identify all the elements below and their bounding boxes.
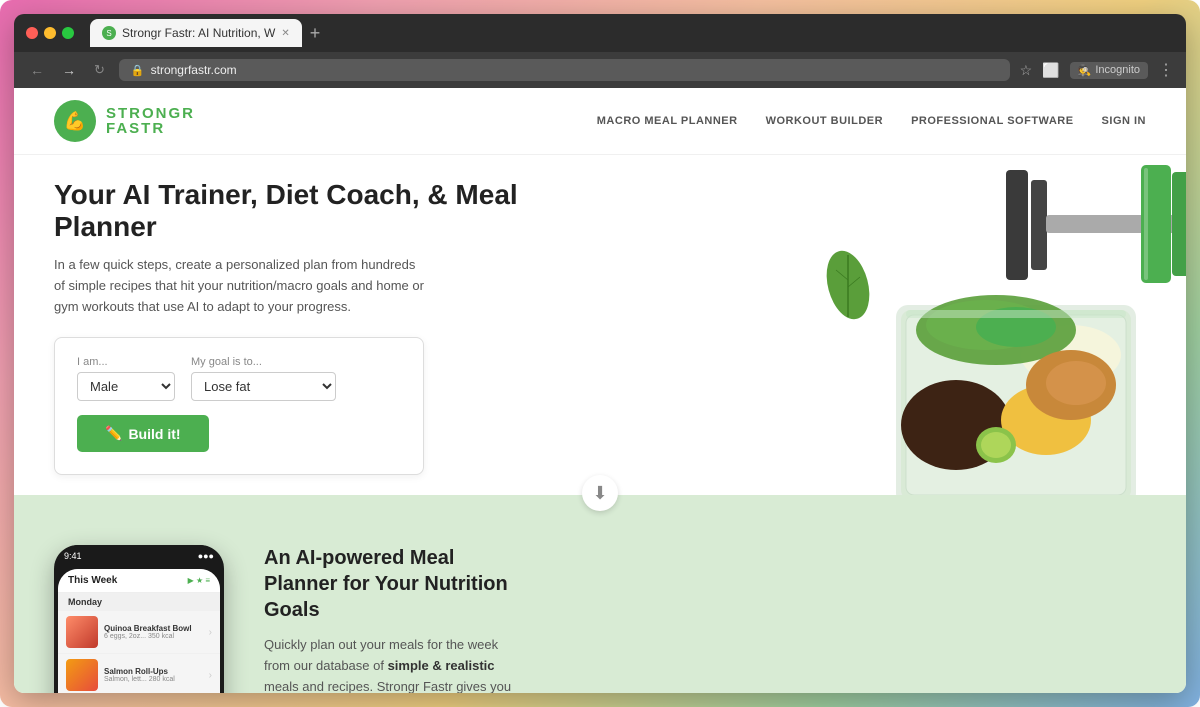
new-tab-button[interactable]: + (306, 23, 325, 44)
hero-images (626, 155, 1186, 495)
phone-screen: This Week ▶ ★ ≡ Monday Quinoa Breakfast … (58, 569, 220, 693)
meal-item-2[interactable]: Salmon Roll-Ups Salmon, lett... 280 kcal… (58, 654, 220, 693)
incognito-indicator: 🕵 Incognito (1070, 62, 1148, 79)
tab-title: Strongr Fastr: AI Nutrition, W (122, 26, 275, 40)
leaf-image (821, 245, 876, 320)
iam-group: I am... Male Female (77, 356, 175, 401)
maximize-button[interactable] (62, 27, 74, 39)
meal-thumb-1 (66, 616, 98, 648)
phone-status: ●●● (198, 551, 214, 561)
address-bar: ← → ↻ 🔒 strongrfastr.com ☆ ⬜ 🕵 Incognito… (14, 52, 1186, 88)
phone-time: 9:41 (64, 551, 82, 561)
meal-cal-1: 6 eggs, 2oz... 350 kcal (104, 633, 203, 640)
goal-select[interactable]: Lose fat Build muscle Maintain weight (191, 372, 336, 401)
browser-actions: ☆ ⬜ 🕵 Incognito ⋮ (1020, 60, 1174, 80)
incognito-icon: 🕵 (1078, 64, 1092, 77)
build-button-label: Build it! (128, 426, 180, 442)
lock-icon: 🔒 (131, 64, 145, 77)
page-content: 💪 STRONGR FASTR MACRO MEAL PLANNER WORKO… (14, 88, 1186, 693)
logo-line2: FASTR (106, 121, 195, 136)
nav-links: MACRO MEAL PLANNER WORKOUT BUILDER PROFE… (597, 115, 1146, 127)
nav-professional-software[interactable]: PROFESSIONAL SOFTWARE (911, 115, 1073, 127)
logo-icon: 💪 (54, 100, 96, 142)
green-content: 9:41 ●●● This Week ▶ ★ ≡ Monday (14, 515, 564, 693)
logo-line1: STRONGR (106, 106, 195, 121)
iam-select[interactable]: Male Female (77, 372, 175, 401)
browser-outer: S Strongr Fastr: AI Nutrition, W ✕ + ← →… (0, 0, 1200, 707)
more-options-button[interactable]: ⋮ (1158, 60, 1174, 80)
hero-section: Your AI Trainer, Diet Coach, & Meal Plan… (14, 155, 1186, 495)
phone-header: 9:41 ●●● (54, 545, 224, 565)
close-button[interactable] (26, 27, 38, 39)
back-button[interactable]: ← (26, 60, 48, 80)
hero-subtitle: In a few quick steps, create a personali… (54, 255, 424, 317)
nav-macro-meal-planner[interactable]: MACRO MEAL PLANNER (597, 115, 738, 127)
tab-bar: S Strongr Fastr: AI Nutrition, W ✕ + (90, 19, 324, 47)
meal-name-1: Quinoa Breakfast Bowl (104, 624, 203, 633)
site-nav: 💪 STRONGR FASTR MACRO MEAL PLANNER WORKO… (14, 88, 1186, 155)
barbell-image (976, 155, 1186, 300)
incognito-label: Incognito (1095, 64, 1140, 76)
meal-thumb-2 (66, 659, 98, 691)
tab-close-icon[interactable]: ✕ (281, 28, 289, 39)
logo-area[interactable]: 💪 STRONGR FASTR (54, 100, 195, 142)
meal-arrow-1: › (209, 627, 212, 638)
hero-left: Your AI Trainer, Diet Coach, & Meal Plan… (14, 155, 634, 495)
section-body: Quickly plan out your meals for the week… (264, 635, 524, 693)
hero-title: Your AI Trainer, Diet Coach, & Meal Plan… (54, 179, 594, 243)
build-button[interactable]: ✏️ Build it! (77, 415, 209, 452)
meal-item-1[interactable]: Quinoa Breakfast Bowl 6 eggs, 2oz... 350… (58, 611, 220, 654)
address-input[interactable]: 🔒 strongrfastr.com (119, 59, 1010, 81)
refresh-button[interactable]: ↻ (90, 60, 109, 80)
form-row: I am... Male Female My goal is to... Los… (77, 356, 401, 401)
nav-sign-in[interactable]: SIGN IN (1102, 115, 1146, 127)
meal-name-2: Salmon Roll-Ups (104, 667, 203, 676)
meal-cal-2: Salmon, lett... 280 kcal (104, 676, 203, 683)
logo-text: STRONGR FASTR (106, 106, 195, 136)
phone-app-store-btn[interactable]: ▶ ★ ≡ (188, 576, 210, 585)
traffic-lights (26, 27, 74, 39)
hero-form-card: I am... Male Female My goal is to... Los… (54, 337, 424, 475)
phone-day-label: Monday (58, 593, 220, 611)
green-section: ⬇ 9:41 ●●● This Week ▶ ★ ≡ (14, 495, 1186, 693)
section-title: An AI-powered Meal Planner for Your Nutr… (264, 545, 524, 623)
phone-mockup: 9:41 ●●● This Week ▶ ★ ≡ Monday (54, 545, 224, 693)
section-text: An AI-powered Meal Planner for Your Nutr… (264, 535, 524, 693)
bookmark-icon[interactable]: ☆ (1020, 62, 1033, 79)
active-tab[interactable]: S Strongr Fastr: AI Nutrition, W ✕ (90, 19, 302, 47)
phone-week-label: This Week (68, 575, 117, 586)
pencil-icon: ✏️ (105, 425, 122, 442)
goal-label: My goal is to... (191, 356, 336, 368)
tab-favicon: S (102, 26, 116, 40)
phone-title-bar: This Week ▶ ★ ≡ (58, 569, 220, 593)
section-body-2: meals and recipes. Strongr Fastr gives y… (264, 679, 511, 693)
minimize-button[interactable] (44, 27, 56, 39)
scroll-down-button[interactable]: ⬇ (582, 475, 618, 511)
extensions-icon[interactable]: ⬜ (1042, 62, 1059, 79)
title-bar: S Strongr Fastr: AI Nutrition, W ✕ + (14, 14, 1186, 52)
meal-arrow-2: › (209, 670, 212, 681)
browser-window: S Strongr Fastr: AI Nutrition, W ✕ + ← →… (14, 14, 1186, 693)
iam-label: I am... (77, 356, 175, 368)
section-bold-1: simple & realistic (388, 658, 495, 673)
meal-info-2: Salmon Roll-Ups Salmon, lett... 280 kcal (104, 667, 203, 683)
meal-container-image (876, 245, 1166, 495)
goal-group: My goal is to... Lose fat Build muscle M… (191, 356, 336, 401)
meal-info-1: Quinoa Breakfast Bowl 6 eggs, 2oz... 350… (104, 624, 203, 640)
url-text: strongrfastr.com (151, 63, 998, 77)
nav-workout-builder[interactable]: WORKOUT BUILDER (766, 115, 884, 127)
forward-button[interactable]: → (58, 60, 80, 80)
